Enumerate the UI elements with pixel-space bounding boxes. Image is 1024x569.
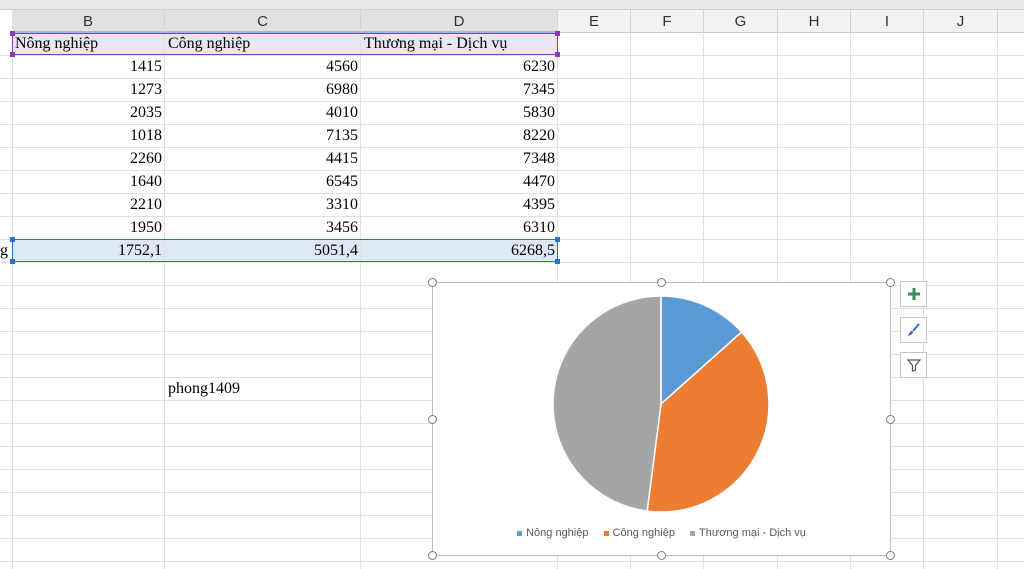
chart-resize-handle-top[interactable] xyxy=(657,278,666,287)
column-header-c[interactable]: C xyxy=(165,10,361,33)
data-cell[interactable]: 7348 xyxy=(361,148,558,170)
pie-slices xyxy=(552,295,770,513)
chart-resize-handle-top-left[interactable] xyxy=(428,278,437,287)
chart-elements-button[interactable] xyxy=(900,281,927,307)
legend-swatch xyxy=(517,530,523,536)
chart-legend: Nông nghiệp Công nghiệp Thương mại - Dịc… xyxy=(433,527,890,539)
gridline xyxy=(0,262,1024,263)
data-cell[interactable]: 4010 xyxy=(165,102,361,124)
pie-chart-svg xyxy=(552,295,770,513)
data-cell[interactable]: 1018 xyxy=(12,125,165,147)
data-cell[interactable]: 1415 xyxy=(12,56,165,78)
column-header-e[interactable]: E xyxy=(558,10,631,33)
chart-styles-button[interactable] xyxy=(900,317,927,343)
legend-item-cong-nghiep[interactable]: Công nghiệp xyxy=(603,527,675,539)
legend-swatch xyxy=(603,530,609,536)
pie-chart-object[interactable]: Nông nghiệp Công nghiệp Thương mại - Dịc… xyxy=(432,282,891,556)
data-cell[interactable]: 5830 xyxy=(361,102,558,124)
data-cell[interactable]: 4560 xyxy=(165,56,361,78)
data-cell[interactable]: 6310 xyxy=(361,217,558,239)
data-cell[interactable]: 1950 xyxy=(12,217,165,239)
data-cell[interactable]: 1640 xyxy=(12,171,165,193)
legend-swatch xyxy=(690,530,695,536)
data-cell[interactable]: 2210 xyxy=(12,194,165,216)
selection-handle[interactable] xyxy=(555,237,560,242)
column-header-f[interactable]: F xyxy=(631,10,704,33)
legend-label: Thương mại - Dịch vụ xyxy=(699,527,806,539)
legend-label: Nông nghiệp xyxy=(526,527,589,539)
column-header-i[interactable]: I xyxy=(851,10,924,33)
header-selection-border xyxy=(12,33,558,55)
data-cell[interactable]: 7345 xyxy=(361,79,558,101)
column-header-j[interactable]: J xyxy=(924,10,998,33)
chart-resize-handle-bottom[interactable] xyxy=(657,551,666,560)
legend-item-nong-nghiep[interactable]: Nông nghiệp xyxy=(517,527,588,539)
data-cell[interactable]: 2035 xyxy=(12,102,165,124)
chart-filters-button[interactable] xyxy=(900,352,927,378)
data-cell[interactable]: 1273 xyxy=(12,79,165,101)
gridline xyxy=(997,33,998,569)
filter-icon xyxy=(906,359,921,372)
selection-handle[interactable] xyxy=(10,259,15,264)
gridline xyxy=(0,561,1024,562)
legend-item-thuong-mai[interactable]: Thương mại - Dịch vụ xyxy=(690,527,806,539)
selection-handle[interactable] xyxy=(555,31,560,36)
column-header-d[interactable]: D xyxy=(361,10,558,33)
data-cell[interactable]: 4470 xyxy=(361,171,558,193)
chart-resize-handle-right[interactable] xyxy=(886,415,895,424)
note-cell[interactable]: phong1409 xyxy=(165,378,361,400)
average-selection-border xyxy=(12,239,558,262)
column-header-b[interactable]: B xyxy=(12,10,165,33)
chart-resize-handle-top-right[interactable] xyxy=(886,278,895,287)
data-cell[interactable]: 3310 xyxy=(165,194,361,216)
data-cell[interactable]: 4395 xyxy=(361,194,558,216)
column-header-k[interactable] xyxy=(998,10,1024,33)
chart-resize-handle-bottom-left[interactable] xyxy=(428,551,437,560)
selection-handle[interactable] xyxy=(10,237,15,242)
chart-resize-handle-left[interactable] xyxy=(428,415,437,424)
brush-icon xyxy=(907,323,920,336)
ribbon-edge xyxy=(0,0,1024,10)
plus-icon xyxy=(907,288,920,300)
chart-resize-handle-bottom-right[interactable] xyxy=(886,551,895,560)
column-header-h[interactable]: H xyxy=(778,10,851,33)
selection-handle[interactable] xyxy=(10,31,15,36)
data-cell[interactable]: 7135 xyxy=(165,125,361,147)
column-header-g[interactable]: G xyxy=(704,10,778,33)
data-cell[interactable]: 4415 xyxy=(165,148,361,170)
data-cell[interactable]: 6230 xyxy=(361,56,558,78)
data-cell[interactable]: 8220 xyxy=(361,125,558,147)
data-cell[interactable]: 6545 xyxy=(165,171,361,193)
legend-label: Công nghiệp xyxy=(612,527,675,539)
data-cell[interactable]: 6980 xyxy=(165,79,361,101)
spreadsheet[interactable]: B C D E F G H I J Nông nghiệp Công nghiệ… xyxy=(0,0,1024,569)
data-cell[interactable]: 2260 xyxy=(12,148,165,170)
pie-slice-thuong-mai[interactable] xyxy=(552,295,662,512)
selection-handle[interactable] xyxy=(555,259,560,264)
data-cell[interactable]: 3456 xyxy=(165,217,361,239)
